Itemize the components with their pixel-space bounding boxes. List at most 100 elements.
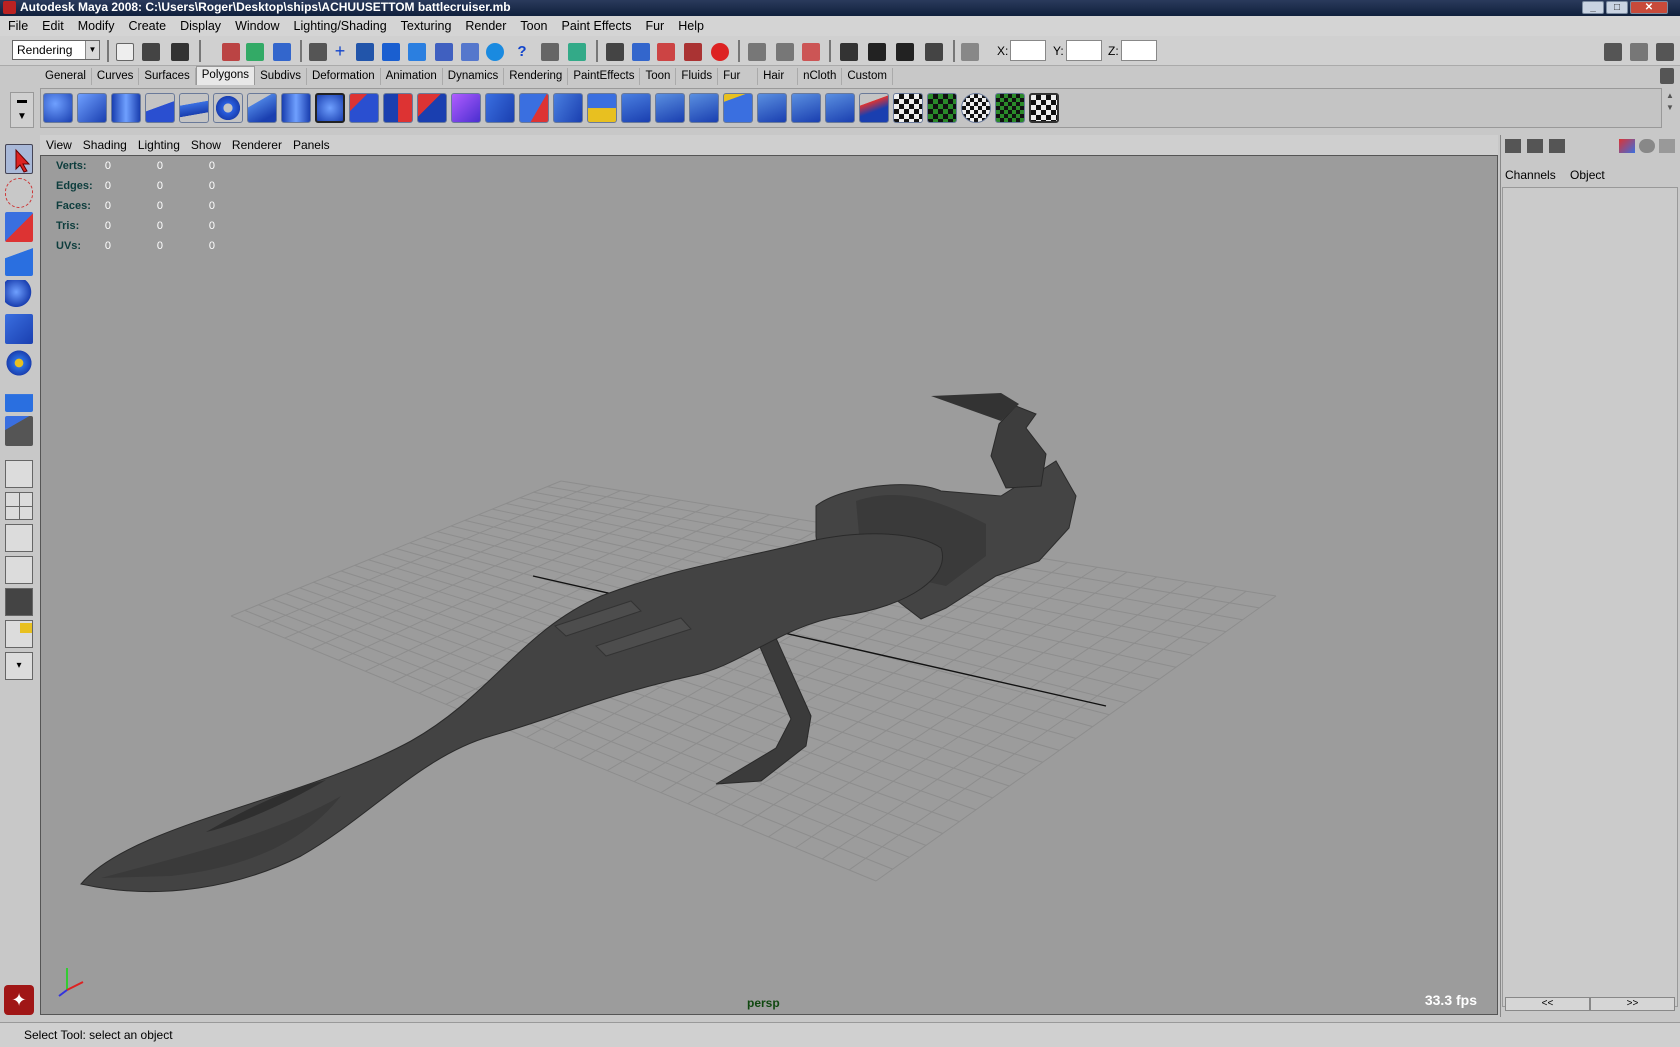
select-hierarchy-icon[interactable] <box>222 43 240 61</box>
separate-icon[interactable] <box>383 93 413 123</box>
persp-outliner-layout-icon[interactable] <box>5 620 33 648</box>
menu-toon[interactable]: Toon <box>520 19 547 33</box>
menu-help[interactable]: Help <box>678 19 704 33</box>
select-object-icon[interactable] <box>246 43 264 61</box>
menu-fur[interactable]: Fur <box>645 19 664 33</box>
menu-modify[interactable]: Modify <box>78 19 115 33</box>
poly-cone-icon[interactable] <box>145 93 175 123</box>
hypershade-persp-layout-icon[interactable] <box>5 588 33 616</box>
shelf-tab-polygons[interactable]: Polygons <box>195 66 256 85</box>
bevel-icon[interactable] <box>825 93 855 123</box>
cylindrical-mapping-icon[interactable] <box>927 93 957 123</box>
planar-mapping-icon[interactable] <box>893 93 923 123</box>
menu-window[interactable]: Window <box>235 19 279 33</box>
nav-prev-button[interactable]: << <box>1505 997 1590 1011</box>
snap-curve-icon[interactable] <box>632 43 650 61</box>
smooth-icon[interactable] <box>451 93 481 123</box>
save-scene-icon[interactable] <box>171 43 189 61</box>
offset-edge-loop-icon[interactable] <box>723 93 753 123</box>
lasso-tool-icon[interactable] <box>5 178 33 208</box>
four-view-layout-icon[interactable] <box>5 492 33 520</box>
shelf-tab-surfaces[interactable]: Surfaces <box>139 68 196 85</box>
menu-display[interactable]: Display <box>180 19 221 33</box>
poly-torus-icon[interactable] <box>213 93 243 123</box>
perspective-viewport[interactable]: Verts: 0 0 0 Edges: 0 0 0 Faces: 0 0 0 T… <box>40 155 1498 1015</box>
shelf-tab-toon[interactable]: Toon <box>640 68 677 85</box>
menu-create[interactable]: Create <box>129 19 167 33</box>
panel-menu-show[interactable]: Show <box>191 138 221 152</box>
panel-menu-panels[interactable]: Panels <box>293 138 330 152</box>
select-deformer-icon[interactable] <box>435 43 453 61</box>
highlight-selection-icon[interactable] <box>568 43 586 61</box>
question-icon[interactable]: ? <box>513 43 531 61</box>
close-button[interactable]: ✕ <box>1630 1 1668 14</box>
output-ops-icon[interactable] <box>776 43 794 61</box>
menu-paint-effects[interactable]: Paint Effects <box>562 19 632 33</box>
extrude-icon[interactable] <box>553 93 583 123</box>
single-perspective-layout-icon[interactable] <box>5 460 33 488</box>
shelf-tab-deformation[interactable]: Deformation <box>307 68 381 85</box>
menu-lighting-shading[interactable]: Lighting/Shading <box>294 19 387 33</box>
filter-icon[interactable] <box>309 43 327 61</box>
render-layer-icon[interactable] <box>1639 139 1655 153</box>
split-polygon-icon[interactable] <box>655 93 685 123</box>
object-menu[interactable]: Object <box>1570 168 1605 182</box>
shelf-tab-animation[interactable]: Animation <box>381 68 443 85</box>
combine-icon[interactable] <box>349 93 379 123</box>
poly-cube-icon[interactable] <box>77 93 107 123</box>
select-dynamic-icon[interactable] <box>461 43 479 61</box>
menu-render[interactable]: Render <box>465 19 506 33</box>
sculpt-geometry-icon[interactable] <box>859 93 889 123</box>
shelf-tab-hair[interactable]: Hair <box>758 68 799 85</box>
snap-view-plane-icon[interactable] <box>684 43 702 61</box>
shelf-tab-rendering[interactable]: Rendering <box>504 68 569 85</box>
channel-box-toggle-icon[interactable] <box>1505 139 1521 153</box>
shelf-tab-general[interactable]: General <box>40 68 92 85</box>
poly-prism-icon[interactable] <box>247 93 277 123</box>
menu-texturing[interactable]: Texturing <box>401 19 452 33</box>
move-tool-icon[interactable] <box>5 246 33 276</box>
z-field[interactable] <box>1121 40 1157 61</box>
select-curve-icon[interactable] <box>382 43 400 61</box>
shelf-tab-fur[interactable]: Fur <box>718 68 759 85</box>
channels-menu[interactable]: Channels <box>1505 168 1556 182</box>
paint-select-tool-icon[interactable] <box>5 212 33 242</box>
shelf-tab-dynamics[interactable]: Dynamics <box>443 68 505 85</box>
persp-graph-layout-icon[interactable] <box>5 556 33 584</box>
shelf-tab-ncloth[interactable]: nCloth <box>798 68 843 85</box>
lock-selection-icon[interactable] <box>541 43 559 61</box>
nav-next-button[interactable]: >> <box>1590 997 1675 1011</box>
shelf-scroll-arrows[interactable]: ▲ ▼ <box>1664 90 1676 126</box>
x-field[interactable] <box>1010 40 1046 61</box>
bridge-icon[interactable] <box>587 93 617 123</box>
mirror-geometry-icon[interactable] <box>519 93 549 123</box>
menuset-dropdown[interactable]: Rendering ▼ <box>12 40 100 60</box>
shelf-menu-button[interactable]: ▬ ▼ <box>10 92 34 128</box>
construction-history-icon[interactable] <box>802 43 820 61</box>
make-live-icon[interactable] <box>711 43 729 61</box>
animation-layer-icon[interactable] <box>1659 139 1675 153</box>
shelf-tab-painteffects[interactable]: PaintEffects <box>568 68 641 85</box>
spherical-mapping-icon[interactable] <box>961 93 991 123</box>
boolean-union-icon[interactable] <box>417 93 447 123</box>
render-view-icon[interactable] <box>840 43 858 61</box>
channel-layer-toggle-icon[interactable] <box>1527 139 1543 153</box>
menu-file[interactable]: File <box>8 19 28 33</box>
channel-box-icon[interactable] <box>1656 43 1674 61</box>
ipr-render-icon[interactable] <box>896 43 914 61</box>
select-render-icon[interactable] <box>486 43 504 61</box>
select-tool-icon[interactable] <box>5 144 33 174</box>
select-handle-icon[interactable] <box>356 43 374 61</box>
universal-manipulator-icon[interactable] <box>5 348 33 378</box>
maximize-button[interactable]: □ <box>1606 1 1628 14</box>
uv-texture-editor-icon[interactable] <box>1029 93 1059 123</box>
plus-icon[interactable]: + <box>331 42 349 61</box>
soft-modification-icon[interactable] <box>5 382 33 412</box>
input-ops-icon[interactable] <box>748 43 766 61</box>
snap-point-icon[interactable] <box>657 43 675 61</box>
rotate-tool-icon[interactable] <box>5 280 33 310</box>
render-settings-icon[interactable] <box>925 43 943 61</box>
render-frame-icon[interactable] <box>868 43 886 61</box>
panel-menu-renderer[interactable]: Renderer <box>232 138 282 152</box>
trash-icon[interactable] <box>1660 68 1674 84</box>
